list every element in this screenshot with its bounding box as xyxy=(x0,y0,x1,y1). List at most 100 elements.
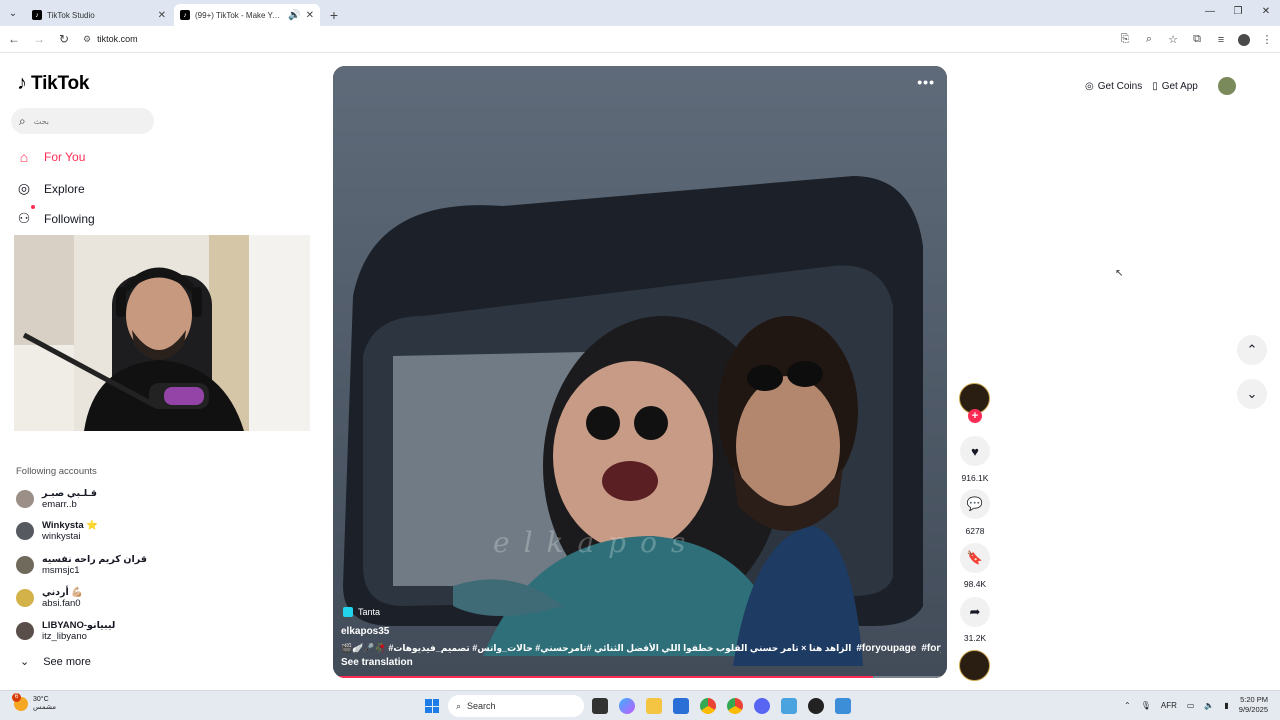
chevron-up-icon[interactable]: ⌃ xyxy=(1124,701,1131,710)
profile-avatar[interactable] xyxy=(1238,33,1250,46)
tab-title: TikTok Studio xyxy=(47,10,95,20)
menu-icon[interactable]: ⋮ xyxy=(1260,33,1274,46)
follow-plus-button[interactable]: + xyxy=(968,409,982,423)
next-video-button[interactable]: ⌄ xyxy=(1237,379,1267,409)
hashtag[interactable]: #foryou xyxy=(921,643,941,654)
obs-icon[interactable] xyxy=(808,698,824,714)
account-item[interactable]: LIBYANO-ليبيانو itz_libyano xyxy=(16,620,115,642)
install-app-icon[interactable]: ⎘ xyxy=(1118,33,1132,46)
nav-explore[interactable]: ◎ Explore xyxy=(16,180,85,197)
comment-count: 6278 xyxy=(965,526,985,536)
account-handle: absi.fan0 xyxy=(42,598,81,609)
account-name: أردني 💪🏼 xyxy=(42,587,84,598)
location-tag[interactable]: Tanta xyxy=(343,607,380,617)
language-indicator[interactable]: AFR xyxy=(1161,701,1177,710)
photos-icon[interactable] xyxy=(835,698,851,714)
media-icon[interactable]: ≡ xyxy=(1214,34,1228,46)
bookmark-star-icon[interactable]: ☆ xyxy=(1166,33,1180,46)
tiktok-note-icon: ♪ xyxy=(17,72,27,94)
forward-icon[interactable]: → xyxy=(28,32,50,46)
top-right-actions: ◎ Get Coins ▯ Get App xyxy=(1085,77,1236,95)
account-item[interactable]: قـلـبي صبـر emarr..b xyxy=(16,488,97,510)
webcam-overlay xyxy=(14,235,310,431)
tab-tiktok-studio[interactable]: ♪ TikTok Studio ✕ xyxy=(26,4,172,26)
windows-start-icon[interactable] xyxy=(425,699,439,713)
video-watermark: elkapos xyxy=(493,526,700,559)
chrome-icon[interactable] xyxy=(700,698,716,714)
tiktok-logo[interactable]: ♪ TikTok xyxy=(17,72,89,95)
battery-icon[interactable]: ▮ xyxy=(1224,701,1228,710)
share-count: 31.2K xyxy=(963,633,987,643)
video-frame xyxy=(333,66,947,678)
browser-toolbar: ⎘ ⌕ ☆ ⧉ ≡ ⋮ xyxy=(1118,26,1274,53)
search-icon: ⌕ xyxy=(456,700,462,711)
zoom-icon[interactable]: ⌕ xyxy=(1142,33,1156,46)
volume-icon[interactable]: 🔈 xyxy=(1204,701,1214,710)
browser-tabbar: ⌄ ♪ TikTok Studio ✕ ♪ (99+) TikTok - Mak… xyxy=(0,0,1280,26)
new-tab-button[interactable]: + xyxy=(322,4,346,26)
time: 5:20 PM xyxy=(1240,695,1268,704)
weather-widget[interactable]: 6 30°C مشمس xyxy=(12,693,56,712)
taskbar-search[interactable]: ⌕ Search xyxy=(448,695,584,717)
temperature: 30°C xyxy=(33,696,49,703)
network-icon[interactable]: ▭ xyxy=(1187,701,1195,710)
account-item[interactable]: Winkysta ⭐ winkystai xyxy=(16,520,98,542)
weather-desc: مشمس xyxy=(33,704,56,711)
url-text: tiktok.com xyxy=(97,34,138,44)
logo-text: TikTok xyxy=(31,72,90,94)
share-button[interactable]: ➦ xyxy=(960,597,990,627)
site-info-icon[interactable]: ⚙ xyxy=(83,34,91,45)
speaker-icon[interactable]: 🔊 xyxy=(288,10,300,21)
like-button[interactable]: ♥ xyxy=(960,436,990,466)
nav-label: Explore xyxy=(44,181,85,196)
account-item[interactable]: قران كريم راحه نفسيه msmsjc1 xyxy=(16,554,147,576)
nav-label: Following xyxy=(44,211,95,226)
search-input[interactable] xyxy=(33,116,134,126)
video-author[interactable]: elkapos35 xyxy=(341,626,389,637)
account-handle: itz_libyano xyxy=(42,631,87,642)
copilot-icon[interactable] xyxy=(619,698,635,714)
nav-for-you[interactable]: ⌂ For You xyxy=(16,149,86,165)
extensions-icon[interactable]: ⧉ xyxy=(1190,33,1204,46)
close-icon[interactable]: ✕ xyxy=(158,10,166,21)
search-bar[interactable]: ⌕ xyxy=(11,108,154,134)
hashtag[interactable]: #foryoupage xyxy=(856,643,916,654)
video-progress-bar[interactable] xyxy=(333,676,947,678)
music-disc-avatar[interactable] xyxy=(959,650,990,681)
user-avatar[interactable] xyxy=(1217,77,1236,95)
reload-icon[interactable]: ↻ xyxy=(53,32,75,46)
previous-video-button[interactable]: ⌃ xyxy=(1237,335,1267,365)
microphone-icon[interactable]: 🎙 xyxy=(1141,701,1151,710)
get-app-label: Get App xyxy=(1161,80,1198,92)
phone-icon: ▯ xyxy=(1152,80,1158,92)
url-field[interactable]: ⚙ tiktok.com xyxy=(83,34,138,45)
save-button[interactable]: 🔖 xyxy=(960,543,990,573)
location-text: Tanta xyxy=(358,607,381,617)
chevron-down-icon: ⌄ xyxy=(20,656,30,668)
chrome-profile-icon[interactable] xyxy=(727,698,743,714)
store-icon[interactable] xyxy=(673,698,689,714)
tab-tiktok-home[interactable]: ♪ (99+) TikTok - Make Your Day 🔊 ✕ xyxy=(174,4,320,26)
compass-icon: ◎ xyxy=(17,180,31,196)
see-more-button[interactable]: ⌄ See more xyxy=(20,655,91,669)
account-item[interactable]: أردني 💪🏼 absi.fan0 xyxy=(16,587,83,609)
nav-following[interactable]: ⚇ Following xyxy=(16,205,95,227)
discord-icon[interactable] xyxy=(754,698,770,714)
task-view-icon[interactable] xyxy=(592,698,608,714)
tab-search-icon[interactable]: ⌄ xyxy=(0,0,26,26)
back-icon[interactable]: ← xyxy=(3,32,25,46)
close-window-icon[interactable]: ✕ xyxy=(1252,0,1280,24)
video-player[interactable]: elkapos ••• Tanta elkapos35 الزاهد هنا ×… xyxy=(333,66,947,678)
close-icon[interactable]: ✕ xyxy=(306,10,314,21)
more-options-icon[interactable]: ••• xyxy=(917,74,935,90)
file-explorer-icon[interactable] xyxy=(646,698,662,714)
see-translation-link[interactable]: See translation xyxy=(341,657,413,668)
get-app-button[interactable]: ▯ Get App xyxy=(1152,81,1198,92)
minimize-icon[interactable]: — xyxy=(1196,0,1224,24)
clock[interactable]: 5:20 PM 9/9/2025 xyxy=(1239,695,1268,715)
nav-label: For You xyxy=(44,150,86,164)
restore-icon[interactable]: ❐ xyxy=(1224,0,1252,24)
get-coins-button[interactable]: ◎ Get Coins xyxy=(1085,81,1142,92)
comment-button[interactable]: 💬 xyxy=(960,489,990,519)
notepad-icon[interactable] xyxy=(781,698,797,714)
